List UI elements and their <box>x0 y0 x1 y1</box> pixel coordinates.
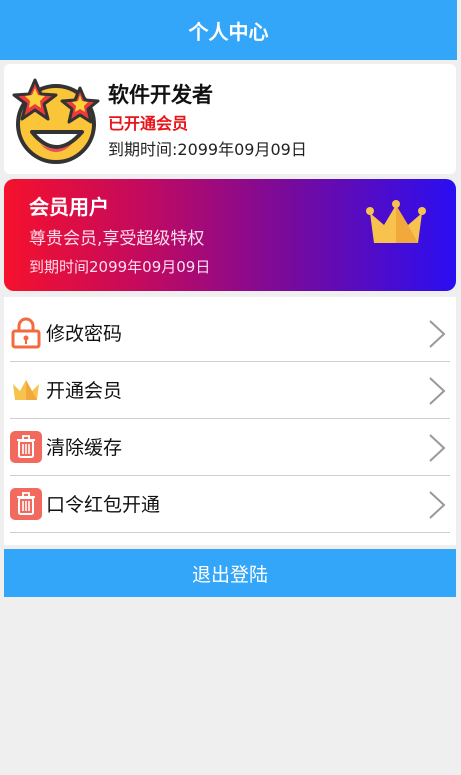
member-status-badge: 已开通会员 <box>108 114 189 133</box>
chevron-right-icon <box>429 491 446 519</box>
star-struck-emoji-icon <box>12 78 100 164</box>
settings-menu: 修改密码 开通会员 清除缓存 口令红包开通 <box>4 297 456 545</box>
logout-button[interactable]: 退出登陆 <box>4 549 456 597</box>
chevron-right-icon <box>429 377 446 405</box>
chevron-right-icon <box>429 320 446 348</box>
expire-date: 到期时间:2099年09月09日 <box>108 140 307 159</box>
menu-item-change-password[interactable]: 修改密码 <box>10 305 450 362</box>
trash-icon <box>10 488 42 520</box>
vip-expire-date: 到期时间2099年09月09日 <box>29 258 211 276</box>
page-header: 个人中心 <box>0 0 457 60</box>
profile-card: 软件开发者 已开通会员 到期时间:2099年09月09日 <box>4 64 456 174</box>
vip-subtitle: 尊贵会员,享受超级特权 <box>29 229 205 249</box>
menu-item-label: 清除缓存 <box>46 437 123 459</box>
vip-card[interactable]: 会员用户 尊贵会员,享受超级特权 到期时间2099年09月09日 <box>4 179 456 291</box>
menu-item-clear-cache[interactable]: 清除缓存 <box>10 419 450 476</box>
vip-title: 会员用户 <box>29 195 109 219</box>
menu-item-label: 开通会员 <box>46 380 123 402</box>
menu-item-label: 修改密码 <box>46 323 123 345</box>
menu-item-label: 口令红包开通 <box>46 494 161 516</box>
page-title: 个人中心 <box>188 19 269 44</box>
crown-icon <box>366 200 426 243</box>
menu-item-red-packet-code[interactable]: 口令红包开通 <box>10 476 450 533</box>
crown-icon <box>13 380 39 400</box>
menu-item-open-membership[interactable]: 开通会员 <box>10 362 450 419</box>
trash-icon <box>10 431 42 463</box>
user-name: 软件开发者 <box>108 83 213 107</box>
chevron-right-icon <box>429 434 446 462</box>
lock-icon <box>11 317 41 349</box>
